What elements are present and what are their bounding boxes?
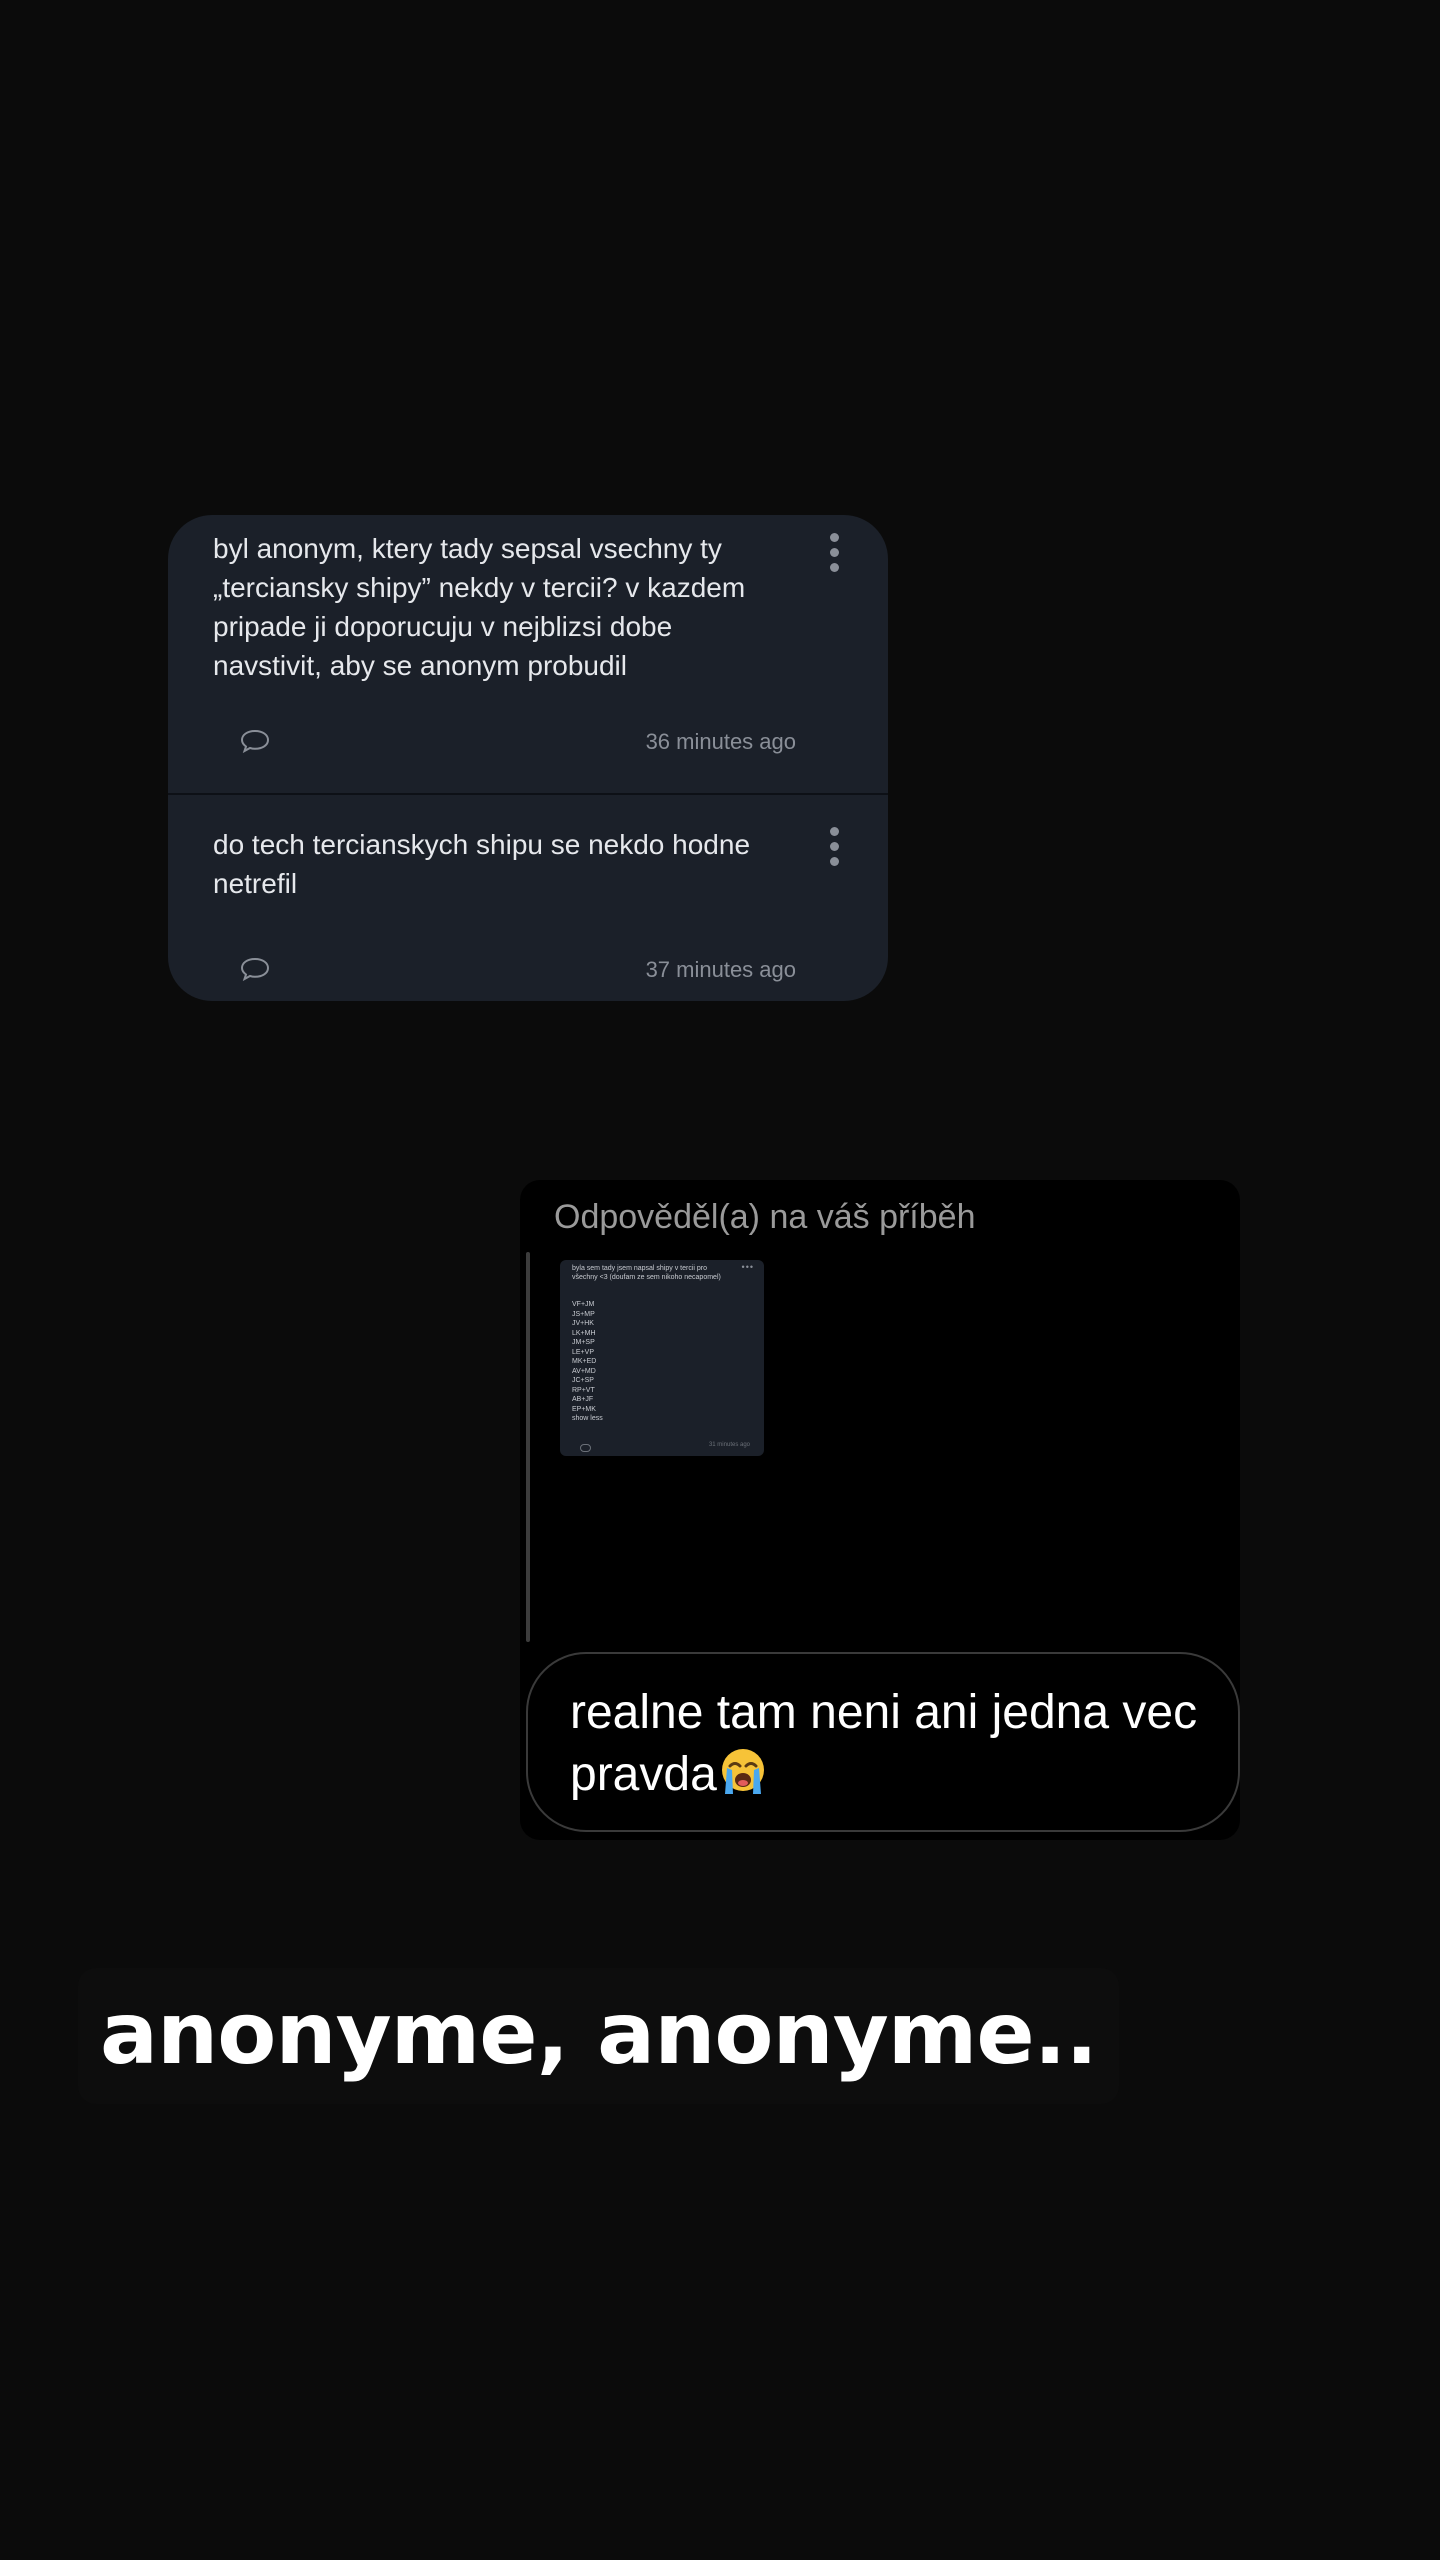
reply-message: realne tam neni ani jedna vec pravda bbox=[570, 1686, 1198, 1801]
post-timestamp: 36 minutes ago bbox=[645, 729, 796, 754]
reply-quote-line bbox=[526, 1252, 530, 1642]
story-reply-caption: Odpověděl(a) na váš příběh bbox=[554, 1198, 976, 1236]
more-options-icon[interactable] bbox=[830, 827, 840, 867]
thumbnail-more-icon: ••• bbox=[741, 1262, 754, 1272]
post-timestamp: 37 minutes ago bbox=[645, 957, 796, 982]
reply-message-bubble[interactable]: realne tam neni ani jedna vec pravda bbox=[526, 1652, 1240, 1832]
post-item[interactable]: byl anonym, ktery tady sepsal vsechny ty… bbox=[168, 515, 888, 795]
sticker-text: anonyme, anonyme.. bbox=[100, 1984, 1098, 2084]
comment-icon[interactable] bbox=[240, 728, 270, 754]
post-text: byl anonym, ktery tady sepsal vsechny ty… bbox=[213, 533, 746, 681]
thumbnail-text: byla sem tady jsem napsal shipy v tercii… bbox=[572, 1265, 721, 1281]
posts-card: byl anonym, ktery tady sepsal vsechny ty… bbox=[168, 515, 888, 1001]
loudly-crying-face-icon bbox=[721, 1749, 764, 1794]
story-reply: Odpověděl(a) na váš příběh byla sem tady… bbox=[520, 1180, 1240, 1840]
post-item[interactable]: do tech tercianskych shipu se nekdo hodn… bbox=[168, 795, 888, 1001]
post-text: do tech tercianskych shipu se nekdo hodn… bbox=[213, 829, 751, 899]
thumbnail-comment-icon bbox=[580, 1444, 591, 1452]
story-thumbnail[interactable]: byla sem tady jsem napsal shipy v tercii… bbox=[560, 1260, 764, 1456]
thumbnail-pairs: VF+JM JS+MP JV+HK LK+MH JM+SP LE+VP MK+E… bbox=[572, 1301, 603, 1422]
comment-icon[interactable] bbox=[240, 956, 270, 982]
more-options-icon[interactable] bbox=[830, 533, 840, 573]
text-sticker: anonyme, anonyme.. bbox=[78, 1968, 1120, 2104]
thumbnail-footer: 31 minutes ago bbox=[580, 1442, 750, 1452]
